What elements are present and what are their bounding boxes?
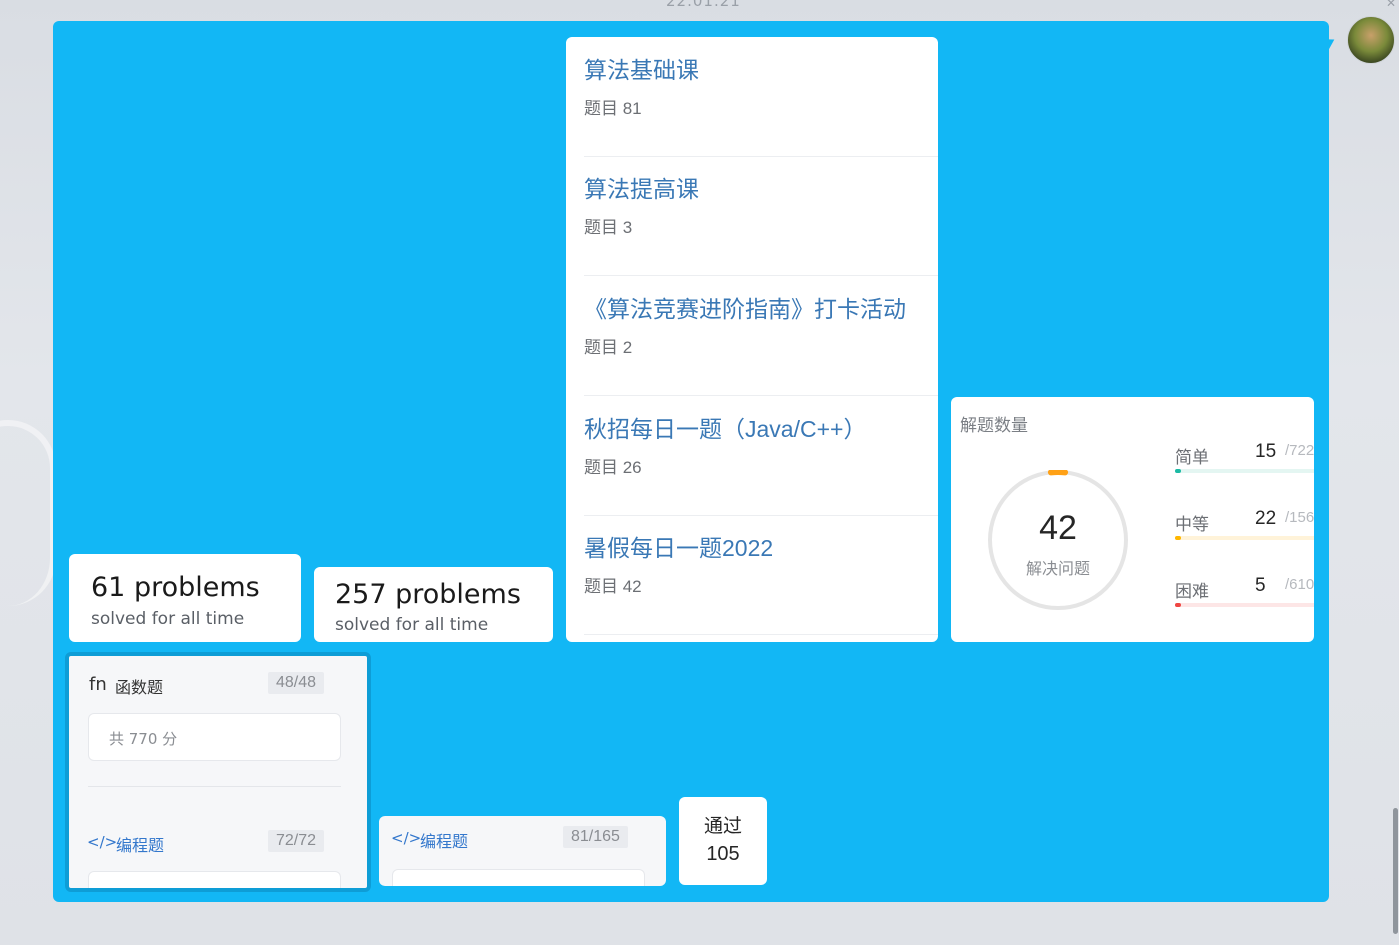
course-count: 题目 26 (584, 458, 642, 477)
solved-count: 61 problems (91, 572, 260, 603)
function-progress-badge: 48/48 (268, 672, 325, 694)
difficulty-row-medium: 中等 22 /1560 (1175, 508, 1314, 550)
code-icon: </> (391, 829, 422, 847)
difficulty-total: /1560 (1285, 509, 1314, 526)
problem-set-card[interactable]: </> 编程题 81/165 (379, 816, 666, 886)
difficulty-name: 中等 (1175, 515, 1209, 535)
course-item[interactable]: 算法提高课 题目 3 (584, 156, 938, 276)
function-section-label[interactable]: 函数题 (115, 674, 163, 698)
solved-caption: solved for all time (91, 609, 245, 629)
difficulty-row-easy: 简单 15 /722 (1175, 441, 1314, 483)
solved-stat-card: 257 problems solved for all time (314, 567, 553, 642)
solved-count: 257 problems (335, 579, 521, 610)
difficulty-value: 22 (1255, 508, 1277, 529)
scrollbar-thumb[interactable] (1393, 808, 1398, 934)
difficulty-title: 解题数量 (960, 416, 1028, 436)
difficulty-stats-card: 解题数量 42 解决问题 简单 15 /722 中等 22 /1560 困难 5… (951, 397, 1314, 642)
course-title[interactable]: 秋招每日一题（Java/C++） (584, 410, 866, 444)
pass-stat-card: 通过 105 (679, 797, 767, 885)
function-icon: fn (89, 674, 107, 695)
difficulty-row-hard: 困难 5 /610 (1175, 575, 1314, 617)
course-item[interactable]: 暑假每日一题2022 题目 42 (584, 515, 938, 635)
solved-stat-card: 61 problems solved for all time (69, 554, 301, 642)
difficulty-value: 5 (1255, 575, 1266, 596)
avatar[interactable] (1347, 16, 1395, 64)
problem-set-card[interactable]: fn 函数题 48/48 共 770 分 </> 编程题 72/72 (65, 652, 371, 892)
pass-label: 通过 (703, 815, 742, 837)
divider (88, 786, 341, 787)
close-icon[interactable]: ✕ (1386, 0, 1396, 10)
background-cloud (0, 420, 56, 606)
difficulty-fill (1175, 603, 1181, 607)
ring-total: 42 (1039, 509, 1077, 547)
difficulty-total: /610 (1285, 576, 1314, 593)
course-title[interactable]: 算法提高课 (584, 170, 699, 204)
course-list-card: 算法基础课 题目 81 算法提高课 题目 3 《算法竞赛进阶指南》打卡活动 题目… (566, 37, 938, 642)
difficulty-value: 15 (1255, 441, 1277, 462)
course-item[interactable]: 算法基础课 题目 81 (584, 37, 938, 157)
programming-section-label[interactable]: 编程题 (420, 828, 468, 852)
course-count: 题目 3 (584, 218, 633, 237)
function-score: 共 770 分 (109, 730, 178, 748)
difficulty-fill (1175, 469, 1181, 473)
difficulty-fill (1175, 536, 1181, 540)
message-date: 22.01.21 (666, 0, 741, 10)
programming-progress-badge: 72/72 (268, 830, 325, 852)
course-title[interactable]: 算法基础课 (584, 51, 699, 85)
programming-score-box (392, 869, 645, 886)
course-count: 题目 2 (584, 338, 633, 357)
difficulty-track (1175, 603, 1314, 607)
difficulty-track (1175, 469, 1314, 473)
difficulty-name: 困难 (1175, 582, 1209, 602)
course-title[interactable]: 暑假每日一题2022 (584, 529, 773, 563)
solved-caption: solved for all time (335, 615, 489, 635)
difficulty-total: /722 (1285, 442, 1314, 459)
course-item[interactable]: 秋招每日一题（Java/C++） 题目 26 (584, 396, 938, 516)
difficulty-name: 简单 (1175, 448, 1209, 468)
code-icon: </> (87, 833, 118, 851)
function-score-box: 共 770 分 (88, 713, 341, 761)
course-item[interactable]: 《算法竞赛进阶指南》打卡活动 题目 2 (584, 276, 938, 396)
pass-value: 105 (706, 843, 740, 865)
difficulty-track (1175, 536, 1314, 540)
course-title[interactable]: 《算法竞赛进阶指南》打卡活动 (584, 290, 906, 324)
programming-progress-badge: 81/165 (563, 826, 628, 848)
programming-score-box (88, 871, 341, 888)
programming-section-label[interactable]: 编程题 (116, 832, 164, 856)
course-count: 题目 42 (584, 577, 642, 596)
course-count: 题目 81 (584, 99, 642, 118)
ring-label: 解决问题 (1025, 559, 1090, 578)
